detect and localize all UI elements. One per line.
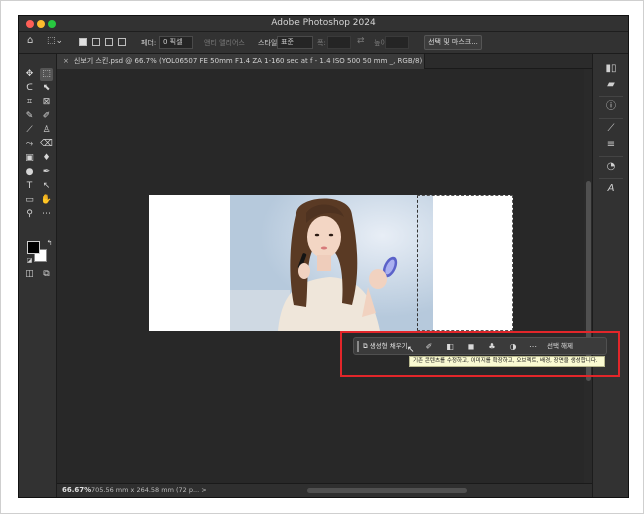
marquee-preset-icon[interactable]: ⬚⌄ [47,35,63,47]
pen-tool-icon[interactable]: ✒ [40,166,53,179]
width-label: 폭: [317,39,326,47]
blur-tool-icon[interactable]: ♦ [40,152,53,165]
subtract-selection-icon[interactable] [105,38,113,46]
fill-selection-icon[interactable]: ♣ [486,340,498,353]
selection-boundary-top [417,195,513,196]
generative-fill-button[interactable]: ⧉ 생성형 채우기 [363,340,408,353]
height-input[interactable] [385,36,409,49]
brush-tool-icon[interactable]: ⟋ [23,124,36,137]
invert-selection-icon[interactable]: ◧ [444,340,456,353]
right-panel-dock: ▮▯ ▰ ⓘ ⟋ ≡ ◔ A [592,54,628,497]
generative-fill-label: 생성형 채우기 [369,342,408,350]
marquee-tool-icon[interactable]: ⬚ [40,68,53,81]
panel-separator [599,96,623,97]
width-input[interactable] [327,36,351,49]
eyedropper-tool-icon[interactable]: ✎ [23,110,36,123]
document-tab-title: 신보기 스킨.psd @ 66.7% (YOL06507 FE 50mm F1.… [73,57,425,65]
feather-input[interactable]: 0 픽셀 [159,36,193,49]
object-select-tool-icon[interactable]: ⬉ [40,82,53,95]
new-selection-icon[interactable] [79,38,87,46]
lasso-tool-icon[interactable]: ᑕ [23,82,36,95]
zoom-level[interactable]: 66.67% [62,486,91,494]
canvas-area[interactable] [57,69,592,483]
document-canvas[interactable] [149,195,513,331]
vertical-scrollbar[interactable] [584,69,592,483]
document-size-info[interactable]: 705.56 mm x 264.58 mm (72 p... > [91,486,207,494]
deselect-button[interactable]: 선택 해제 [547,340,573,353]
adjustment-layer-icon[interactable]: ◑ [507,340,519,353]
swap-colors-icon[interactable]: ↰ [43,237,56,250]
character-icon[interactable]: A [604,182,618,196]
app-title: Adobe Photoshop 2024 [271,18,376,28]
type-tool-icon[interactable]: T [23,180,36,193]
zoom-tool-icon[interactable]: ⚲ [23,208,36,221]
options-bar: ⌂ ⬚⌄ 페더: 0 픽셀 앤티 앨리어스 스타일: 표준 폭: ⇄ 높이: 선… [19,32,628,54]
status-bar: 66.67% 705.56 mm x 264.58 mm (72 p... > [57,483,592,497]
more-options-icon[interactable]: ⋯ [527,340,539,353]
libraries-icon[interactable]: ▮▯ [604,62,618,76]
hand-tool-icon[interactable]: ✋ [40,194,53,207]
default-colors-icon[interactable]: ◪ [23,254,36,267]
add-selection-icon[interactable] [92,38,100,46]
title-bar: Adobe Photoshop 2024 [19,16,628,32]
portrait-photo [230,195,433,331]
crop-tool-icon[interactable]: ⌗ [23,96,36,109]
screenshot-frame: Adobe Photoshop 2024 ⌂ ⬚⌄ 페더: 0 픽셀 앤티 앨리… [0,0,644,514]
quick-mask-icon[interactable]: ◫ [23,268,36,281]
feather-label: 페더: [141,39,157,47]
rectangle-tool-icon[interactable]: ▭ [23,194,36,207]
antialias-checkbox[interactable]: 앤티 앨리어스 [204,37,245,49]
adjustments-icon[interactable]: ⟋ [604,122,618,136]
close-tab-icon[interactable]: × [63,54,69,69]
intersect-selection-icon[interactable] [118,38,126,46]
panel-separator [599,156,623,157]
contextual-task-bar: ⧉ 생성형 채우기 ✐ ◧ ◼ ♣ ◑ ⋯ 선택 해제 [353,337,607,355]
selection-boundary-right [512,195,513,331]
dodge-tool-icon[interactable]: ● [23,166,36,179]
eraser-tool-icon[interactable]: ⌫ [40,138,53,151]
screen-mode-icon[interactable]: ⧉ [40,268,53,281]
swap-dimensions-icon[interactable]: ⇄ [357,35,365,47]
frame-tool-icon[interactable]: ⊠ [40,96,53,109]
sparkle-edit-icon: ⧉ [363,342,370,350]
horizontal-scroll-thumb[interactable] [307,488,467,493]
info-icon[interactable]: ⓘ [604,100,618,114]
panel-separator [599,178,623,179]
pointer-cursor-icon: ↖ [407,345,415,355]
tools-panel: ✥ ⬚ ᑕ ⬉ ⌗ ⊠ ✎ ✐ ⟋ ♙ ⤳ ⌫ ▣ ♦ ● ✒ T ↖ ▭ ✋ … [19,54,57,497]
history-icon[interactable]: ◔ [604,160,618,174]
select-and-mask-button[interactable]: 선택 및 마스크... [424,35,482,50]
foreground-color-swatch[interactable] [27,241,40,254]
style-select[interactable]: 표준 [277,36,313,49]
properties-icon[interactable]: ≡ [604,138,618,152]
clone-stamp-icon[interactable]: ♙ [40,124,53,137]
drag-handle[interactable] [357,341,359,352]
more-tools-icon[interactable]: ⋯ [40,208,53,221]
history-brush-icon[interactable]: ⤳ [23,138,36,151]
modify-selection-icon[interactable]: ✐ [423,340,435,353]
home-icon[interactable]: ⌂ [27,35,33,47]
move-tool-icon[interactable]: ✥ [23,68,36,81]
comments-icon[interactable]: ▰ [604,78,618,92]
document-tab[interactable]: × 신보기 스킨.psd @ 66.7% (YOL06507 FE 50mm F1… [57,54,425,69]
photoshop-window: Adobe Photoshop 2024 ⌂ ⬚⌄ 페더: 0 픽셀 앤티 앨리… [18,15,629,498]
create-mask-icon[interactable]: ◼ [465,340,477,353]
panel-separator [599,118,623,119]
gradient-tool-icon[interactable]: ▣ [23,152,36,165]
selection-boundary-left [417,195,418,331]
generative-fill-tooltip: 기존 콘텐츠를 수정하고, 이미지를 확장하고, 오브젝트, 배경, 장면을 생… [409,356,605,367]
path-select-icon[interactable]: ↖ [40,180,53,193]
portrait-illustration [230,195,433,331]
healing-brush-icon[interactable]: ✐ [40,110,53,123]
